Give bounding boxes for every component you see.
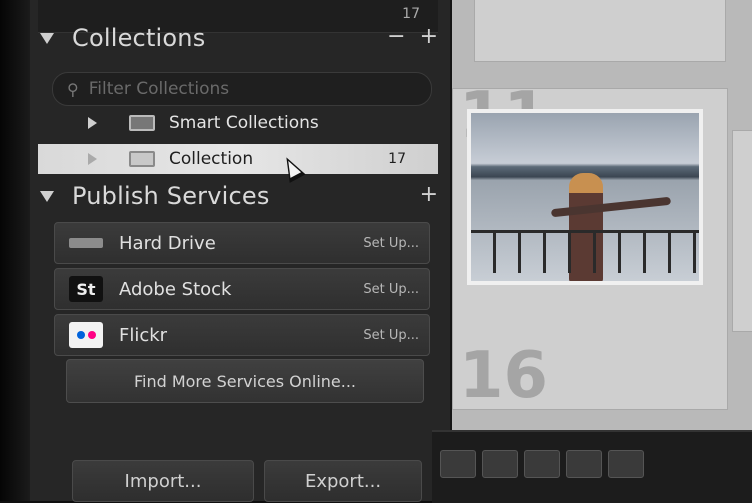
loupe-view-button[interactable]: [482, 450, 518, 478]
grid-view: 11 16: [452, 0, 752, 430]
publish-services-header[interactable]: Publish Services +: [38, 178, 438, 214]
collection-count: 17: [388, 151, 406, 167]
flickr-service[interactable]: Flickr Set Up...: [54, 314, 430, 356]
photo-thumbnail[interactable]: [467, 109, 703, 285]
flickr-icon: [69, 322, 103, 348]
grid-toolbar: [432, 430, 752, 503]
add-publish-service-button[interactable]: +: [420, 184, 438, 206]
adobe-stock-setup-link[interactable]: Set Up...: [363, 282, 419, 297]
find-more-services-button[interactable]: Find More Services Online...: [66, 359, 424, 403]
grid-cell[interactable]: [474, 0, 726, 62]
hard-drive-label: Hard Drive: [119, 232, 216, 254]
grid-cell[interactable]: [732, 130, 752, 332]
grid-cell-selected-photo[interactable]: 11 16: [452, 79, 728, 413]
compare-view-button[interactable]: [524, 450, 560, 478]
grid-view-button[interactable]: [440, 450, 476, 478]
smart-collections-row[interactable]: Smart Collections: [38, 108, 438, 138]
export-button[interactable]: Export...: [264, 460, 422, 502]
smart-collection-set-icon: [129, 115, 155, 131]
expand-triangle-icon[interactable]: [88, 117, 97, 129]
collection-row[interactable]: Collection 17: [38, 144, 438, 174]
adobe-stock-icon: St: [69, 276, 103, 302]
hard-drive-setup-link[interactable]: Set Up...: [363, 236, 419, 251]
collections-header[interactable]: Collections − +: [38, 20, 438, 56]
search-icon: ⚲: [67, 79, 79, 99]
grid-cell-index: 16: [459, 339, 549, 413]
adobe-stock-service[interactable]: St Adobe Stock Set Up...: [54, 268, 430, 310]
remove-collection-button[interactable]: −: [387, 26, 405, 48]
smart-collections-label: Smart Collections: [169, 113, 319, 133]
collections-title: Collections: [72, 24, 206, 52]
publish-services-title: Publish Services: [72, 182, 270, 210]
left-panel: 17 Collections − + ⚲ Smart Collections C…: [30, 0, 452, 502]
expand-triangle-icon[interactable]: [88, 153, 97, 165]
survey-view-button[interactable]: [566, 450, 602, 478]
flickr-setup-link[interactable]: Set Up...: [363, 328, 419, 343]
filter-collections-box[interactable]: ⚲: [52, 72, 432, 106]
hard-drive-service[interactable]: Hard Drive Set Up...: [54, 222, 430, 264]
import-button[interactable]: Import...: [72, 460, 254, 502]
adobe-stock-label: Adobe Stock: [119, 278, 232, 300]
filter-collections-input[interactable]: [86, 78, 391, 100]
railing: [471, 230, 699, 273]
flickr-label: Flickr: [119, 324, 168, 346]
monitor-bezel: [0, 0, 30, 501]
collapse-triangle-icon[interactable]: [40, 190, 54, 202]
collapse-triangle-icon[interactable]: [40, 32, 54, 44]
collection-label: Collection: [169, 149, 254, 169]
hard-drive-icon: [69, 238, 103, 248]
add-collection-button[interactable]: +: [420, 26, 438, 48]
collection-icon: [129, 151, 155, 167]
people-view-button[interactable]: [608, 450, 644, 478]
